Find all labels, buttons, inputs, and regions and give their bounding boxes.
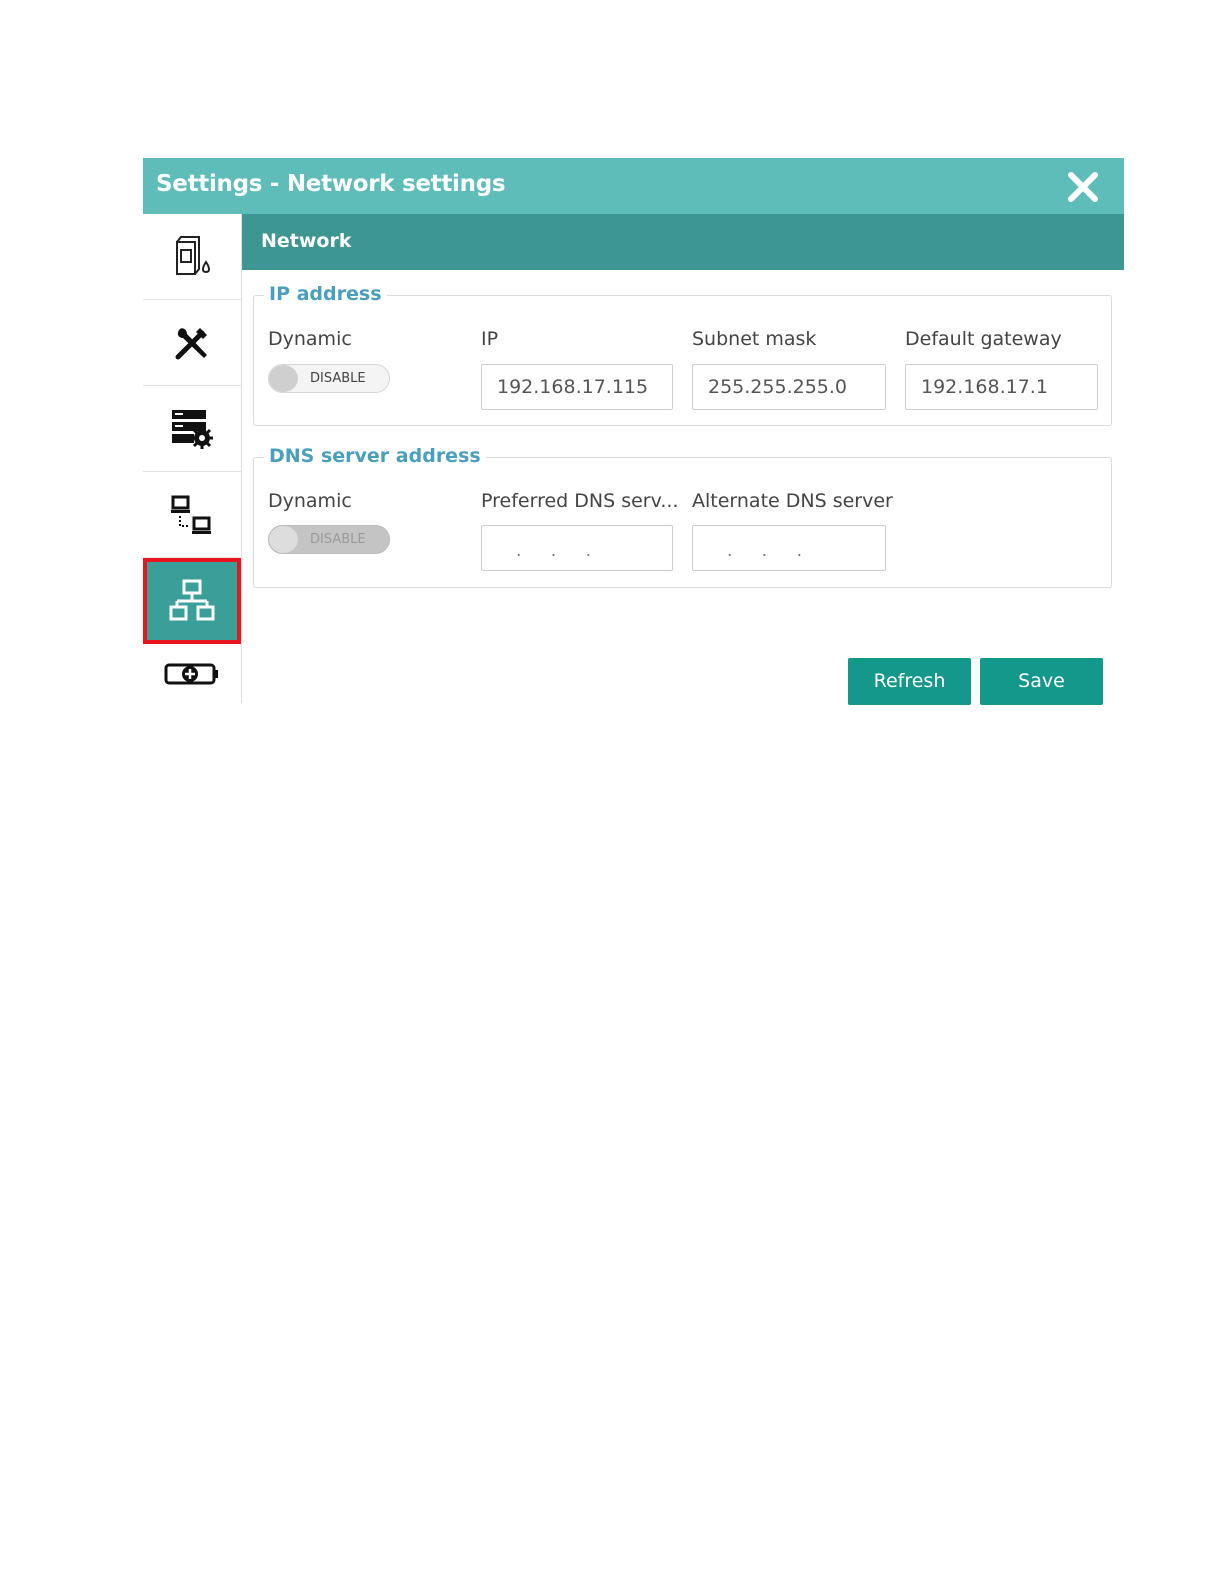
- server-settings-icon: [172, 409, 213, 449]
- section-title: Network: [261, 230, 352, 252]
- toggle-knob: [269, 526, 298, 553]
- sidebar-item-printer[interactable]: [143, 214, 241, 300]
- sidebar-item-server-settings[interactable]: [143, 386, 241, 472]
- settings-window: Settings - Network settings Network IP a…: [143, 158, 1124, 705]
- default-gateway-label: Default gateway: [905, 328, 1062, 350]
- alternate-dns-field[interactable]: . . .: [692, 525, 886, 571]
- network-icon: [169, 579, 215, 621]
- close-icon[interactable]: [1064, 168, 1102, 206]
- ip-dynamic-label: Dynamic: [268, 328, 352, 350]
- preferred-dns-field[interactable]: . . .: [481, 525, 673, 571]
- dns-server-group: DNS server address Dynamic DISABLE Prefe…: [253, 445, 1112, 588]
- toggle-state-text: DISABLE: [310, 532, 366, 547]
- sidebar-item-tools[interactable]: [143, 300, 241, 386]
- content-panel: Network IP address Dynamic DISABLE IP 19…: [242, 214, 1124, 705]
- computer-connection-icon: [171, 495, 211, 534]
- ip-label: IP: [481, 328, 499, 350]
- dns-dynamic-toggle[interactable]: DISABLE: [268, 525, 390, 554]
- toggle-knob: [269, 365, 298, 392]
- subnet-mask-field[interactable]: 255.255.255.0: [692, 364, 886, 410]
- section-header: Network: [242, 214, 1124, 270]
- ip-dynamic-toggle[interactable]: DISABLE: [268, 364, 390, 393]
- toggle-state-text: DISABLE: [310, 371, 366, 386]
- alternate-dns-label: Alternate DNS server: [692, 490, 893, 512]
- battery-add-icon: [164, 663, 218, 685]
- preferred-dns-label: Preferred DNS serv...: [481, 490, 679, 512]
- window-title: Settings - Network settings: [156, 171, 506, 197]
- refresh-button[interactable]: Refresh: [848, 658, 971, 705]
- ip-address-legend: IP address: [264, 283, 387, 305]
- tools-icon: [175, 327, 207, 359]
- save-button[interactable]: Save: [980, 658, 1103, 705]
- printer-ink-icon: [176, 235, 210, 275]
- dns-dynamic-label: Dynamic: [268, 490, 352, 512]
- subnet-mask-label: Subnet mask: [692, 328, 817, 350]
- title-bar: Settings - Network settings: [143, 158, 1124, 214]
- sidebar-item-network[interactable]: [143, 558, 241, 644]
- ip-field[interactable]: 192.168.17.115: [481, 364, 673, 410]
- dns-server-legend: DNS server address: [264, 445, 486, 467]
- sidebar-item-connection[interactable]: [143, 472, 241, 558]
- sidebar-item-battery[interactable]: [143, 644, 241, 699]
- ip-address-group: IP address Dynamic DISABLE IP 192.168.17…: [253, 283, 1112, 426]
- sidebar: [143, 214, 242, 703]
- default-gateway-field[interactable]: 192.168.17.1: [905, 364, 1098, 410]
